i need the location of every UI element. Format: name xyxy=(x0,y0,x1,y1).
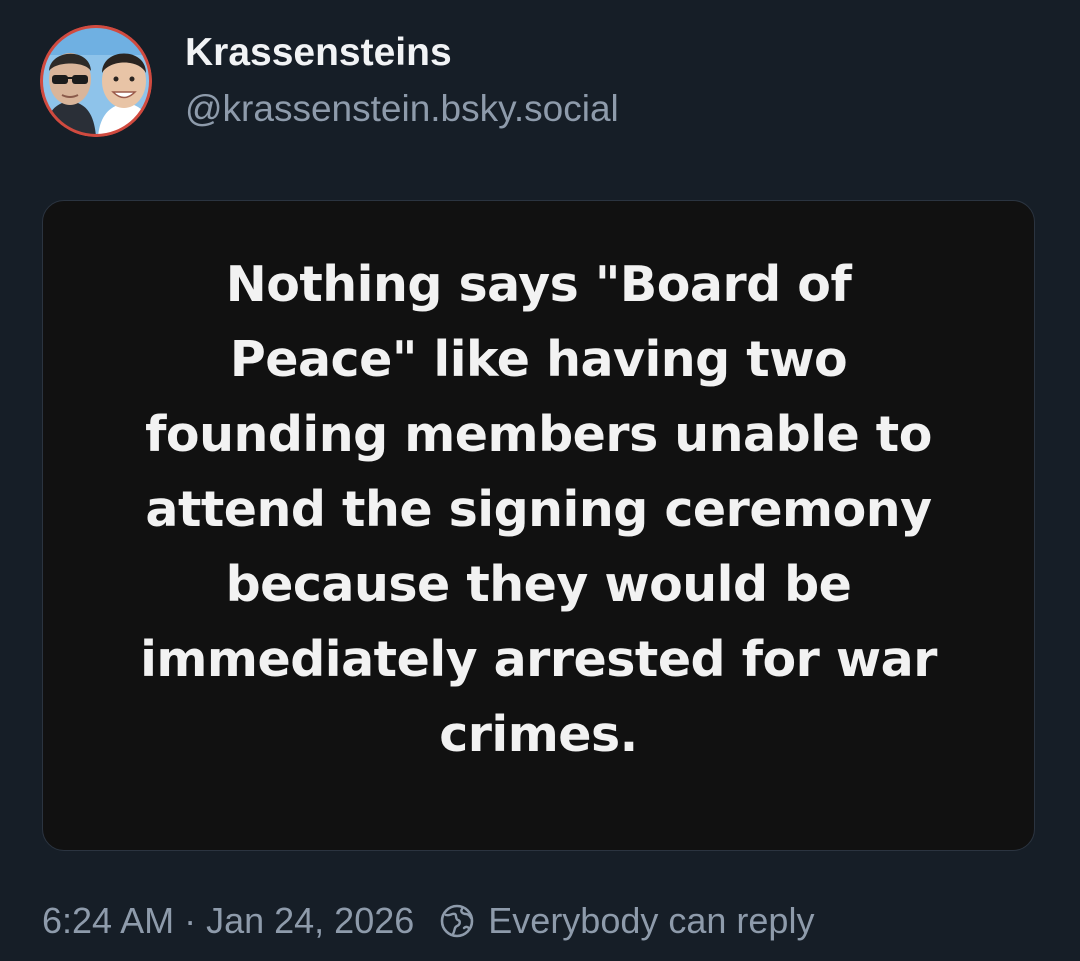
reply-setting-label: Everybody can reply xyxy=(488,900,815,941)
embedded-image-text: Nothing says "Board of Peace" like havin… xyxy=(140,256,937,763)
author-handle[interactable]: @krassenstein.bsky.social xyxy=(185,88,619,130)
post-time: 6:24 AM xyxy=(42,900,175,941)
reply-setting[interactable]: Everybody can reply xyxy=(440,900,814,942)
author-avatar[interactable] xyxy=(40,25,152,137)
post-date: Jan 24, 2026 xyxy=(206,900,415,941)
earth-globe-icon xyxy=(440,904,474,938)
meta-separator: · xyxy=(184,900,197,941)
embedded-image[interactable]: Nothing says "Board of Peace" like havin… xyxy=(42,200,1035,851)
post-meta: 6:24 AM · Jan 24, 2026 Everybody can rep… xyxy=(42,898,814,944)
avatar-image xyxy=(40,25,152,137)
author-display-name[interactable]: Krassensteins xyxy=(185,31,452,75)
post: Krassensteins @krassenstein.bsky.social … xyxy=(0,0,1080,961)
